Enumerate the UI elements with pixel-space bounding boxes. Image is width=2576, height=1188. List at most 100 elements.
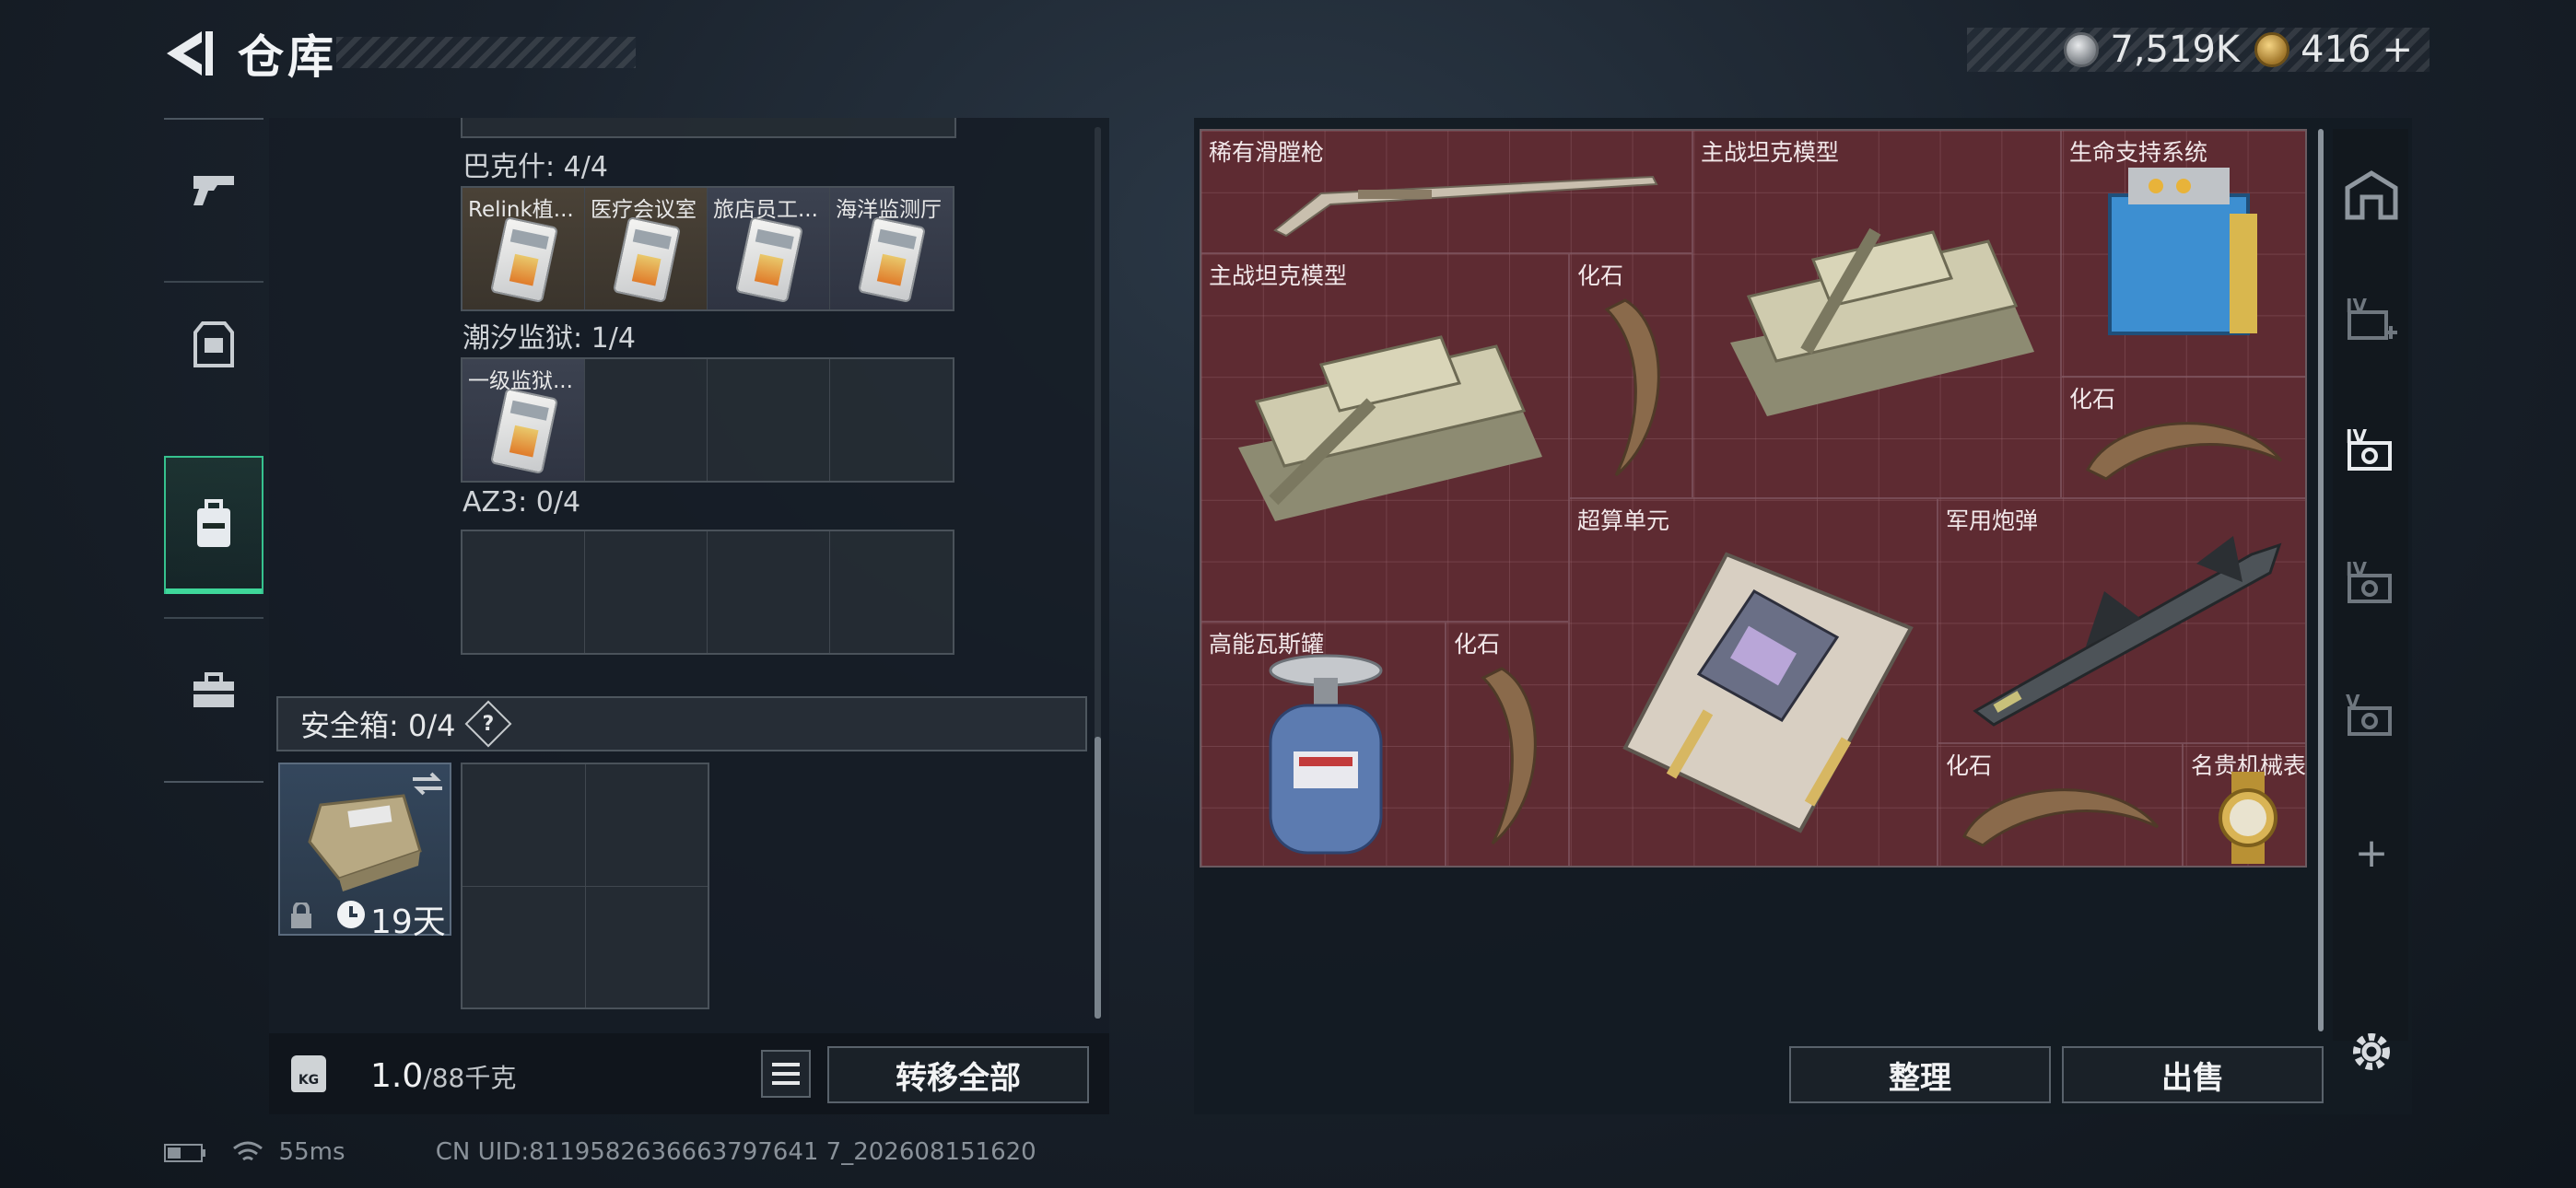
- keycard-icon: [489, 387, 559, 475]
- stash-tab-3[interactable]: IV: [2342, 556, 2401, 615]
- keycard-slot[interactable]: 一级监狱...: [463, 359, 585, 481]
- nav-toolbox[interactable]: [164, 622, 263, 760]
- safe-box-grid[interactable]: [461, 763, 709, 1009]
- battery-icon: [164, 1143, 205, 1162]
- keycard-grid-tidal-prison: 一级监狱...: [461, 357, 954, 483]
- keycard-slot[interactable]: 旅店员工...: [708, 188, 830, 309]
- list-view-button[interactable]: [761, 1050, 811, 1098]
- section-label-az3: AZ3: 0/4: [463, 486, 581, 518]
- fossil-claw-icon: [1604, 298, 1660, 477]
- empty-slot[interactable]: [708, 359, 830, 481]
- status-bar: 55ms CN UID:8119582636663797641 7_202608…: [164, 1138, 1036, 1166]
- stash-tab-2[interactable]: IV: [2342, 424, 2401, 483]
- stash-item-fossil[interactable]: 化石: [1446, 623, 1570, 866]
- musket-icon: [1273, 175, 1658, 238]
- armor-vest-icon: [193, 321, 234, 367]
- lock-icon: [291, 903, 311, 928]
- add-gold-button[interactable]: +: [2382, 29, 2413, 71]
- backpack-icon: [197, 499, 230, 547]
- stash-item-tank-model[interactable]: 主战坦克模型: [1201, 254, 1570, 623]
- weight-readout: 1.0/88千克: [370, 1057, 516, 1095]
- carry-scroll-thumb[interactable]: [1095, 737, 1101, 1019]
- fossil-claw-icon: [1961, 788, 2160, 847]
- back-arrow-icon: [167, 31, 213, 76]
- gold-currency[interactable]: 416 +: [2254, 29, 2413, 71]
- keycard-icon: [612, 215, 682, 304]
- gas-canister-icon: [1269, 654, 1383, 855]
- nav-backpack[interactable]: [164, 456, 263, 594]
- safe-box-label: 安全箱: 0/4: [300, 708, 456, 743]
- empty-slot[interactable]: [463, 531, 585, 653]
- swap-icon[interactable]: [409, 770, 446, 798]
- sell-button[interactable]: 出售: [2062, 1046, 2324, 1103]
- back-button[interactable]: [161, 28, 217, 79]
- category-nav: [164, 118, 263, 783]
- silver-coin-icon: [2064, 32, 2100, 67]
- pistol-icon: [193, 176, 234, 205]
- keycard-slot[interactable]: 海洋监测厅: [830, 188, 953, 309]
- transfer-all-button[interactable]: 转移全部: [827, 1046, 1089, 1103]
- empty-slot[interactable]: [830, 359, 953, 481]
- add-stash-tab-button[interactable]: +: [2342, 823, 2401, 882]
- stash-item-fossil[interactable]: 化石: [1938, 744, 2184, 866]
- safe-box-header: 安全箱: 0/4 ?: [276, 696, 1087, 751]
- weight-current: 1.0: [370, 1057, 424, 1095]
- stash-item-musket[interactable]: 稀有滑膛枪: [1201, 131, 1693, 254]
- tank-icon: [1238, 335, 1542, 521]
- clock-icon: [337, 901, 365, 928]
- keycard-grid-az3: [461, 530, 954, 655]
- help-button[interactable]: ?: [465, 700, 512, 748]
- missile-icon: [1973, 536, 2282, 727]
- uid-readout: CN UID:8119582636663797641 7_20260815162…: [435, 1138, 1036, 1166]
- safe-timer: 19天: [370, 903, 446, 941]
- fossil-claw-icon: [1481, 667, 1537, 845]
- stash-item-life-support[interactable]: 生命支持系统: [2062, 131, 2305, 378]
- empty-slot[interactable]: [830, 531, 953, 653]
- currency-bar: 7,519K 416 +: [1967, 28, 2430, 72]
- gear-icon: [2353, 1033, 2390, 1070]
- nav-weapons[interactable]: [164, 120, 263, 258]
- empty-slot[interactable]: [708, 531, 830, 653]
- title-stripe: [336, 37, 636, 68]
- stash-grid: 稀有滑膛枪 主战坦克模型 生命支持系统 主战坦克模型 化石 化石 超算单元 军用…: [1200, 129, 2307, 868]
- safe-box-item[interactable]: 19天: [278, 763, 451, 941]
- settings-button[interactable]: [2342, 1022, 2401, 1081]
- empty-slot[interactable]: [585, 359, 708, 481]
- fossil-claw-icon: [2085, 422, 2283, 481]
- stash-item-fossil[interactable]: 化石: [2062, 378, 2305, 499]
- keycard-slot[interactable]: 医疗会议室: [585, 188, 708, 309]
- section-label-tidal-prison: 潮汐监狱: 1/4: [463, 322, 636, 355]
- weight-max: /88千克: [423, 1063, 517, 1093]
- stash-scrollbar[interactable]: [2318, 129, 2324, 1031]
- keycard-icon: [857, 215, 927, 304]
- stash-item-fossil[interactable]: 化石: [1570, 254, 1693, 499]
- keycard-slot[interactable]: Relink植...: [463, 188, 585, 309]
- ping-readout: 55ms: [278, 1138, 345, 1166]
- safe-case-icon: [308, 794, 422, 891]
- previous-grid-bottom: [461, 118, 956, 138]
- keycard-grid-bakshi: Relink植... 医疗会议室 旅店员工... 海洋监测厅: [461, 186, 954, 311]
- page-title: 仓库: [238, 30, 337, 84]
- nav-armor[interactable]: [164, 276, 263, 414]
- keycard-icon: [734, 215, 804, 304]
- weight-icon: KG: [291, 1055, 326, 1092]
- stash-tab-main[interactable]: [2342, 166, 2401, 225]
- watch-icon: [2219, 772, 2277, 864]
- stash-tab-1[interactable]: IV: [2342, 293, 2401, 352]
- stash-item-gas-canister[interactable]: 高能瓦斯罐: [1201, 623, 1446, 866]
- tank-icon: [1730, 227, 2034, 416]
- stash-tab-4[interactable]: V: [2342, 689, 2401, 748]
- stash-item-luxury-watch[interactable]: 名贵机械表: [2184, 744, 2305, 866]
- stash-item-supercomputer-unit[interactable]: 超算单元: [1570, 499, 1938, 866]
- wifi-icon: [233, 1141, 263, 1160]
- keycard-icon: [489, 215, 559, 304]
- stash-item-tank-model[interactable]: 主战坦克模型: [1693, 131, 2062, 499]
- toolbox-icon: [193, 672, 234, 707]
- gold-amount: 416: [2301, 29, 2371, 71]
- silver-currency: 7,519K: [2064, 29, 2240, 71]
- empty-slot[interactable]: [585, 531, 708, 653]
- circuit-board-icon: [1622, 552, 1914, 833]
- stash-item-military-shell[interactable]: 军用炮弹: [1938, 499, 2305, 744]
- sort-button[interactable]: 整理: [1789, 1046, 2051, 1103]
- life-support-icon: [2108, 168, 2257, 335]
